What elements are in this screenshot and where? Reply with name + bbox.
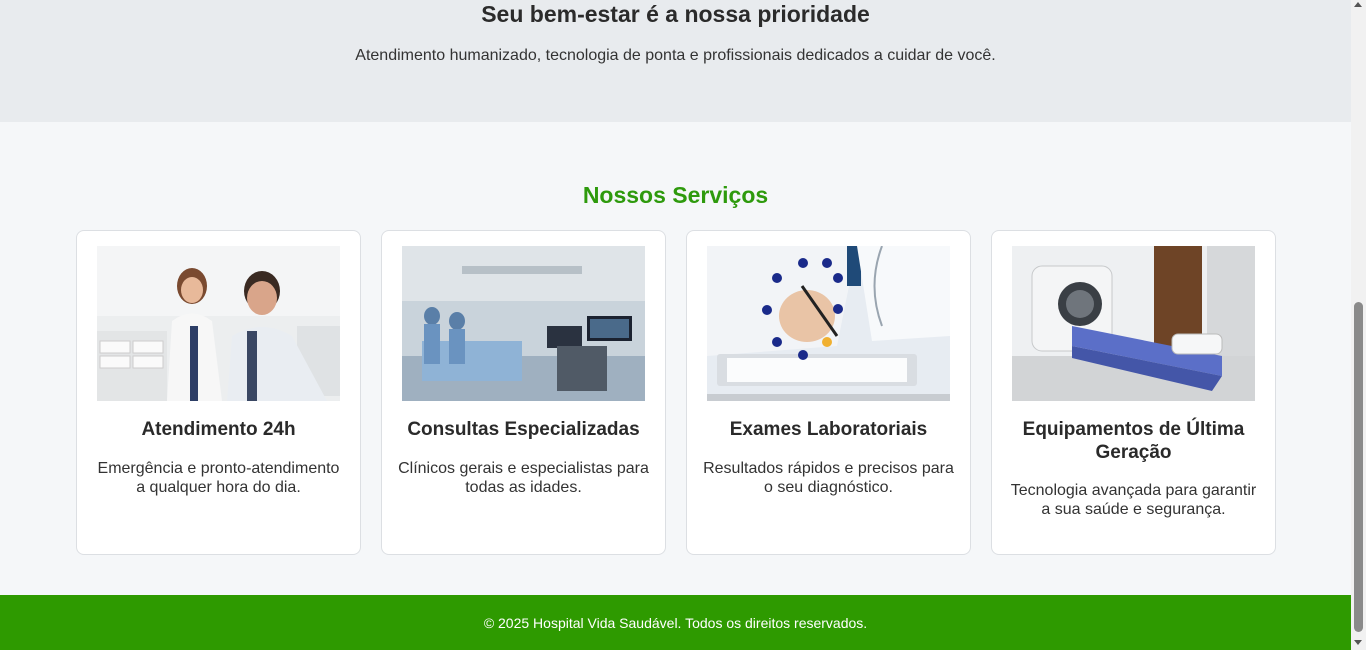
service-card-description: Resultados rápidos e precisos para o seu… bbox=[703, 460, 954, 496]
service-card-exames: Exames Laboratoriais Resultados rápidos … bbox=[686, 230, 971, 555]
service-card-description: Emergência e pronto-atendimento a qualqu… bbox=[97, 460, 340, 496]
operating-room-photo bbox=[402, 246, 645, 401]
page: Seu bem-estar é a nossa prioridade Atend… bbox=[0, 0, 1351, 650]
footer: © 2025 Hospital Vida Saudável. Todos os … bbox=[0, 595, 1351, 650]
service-card-title: Consultas Especializadas bbox=[407, 419, 640, 440]
scroll-up-arrow-icon[interactable] bbox=[1354, 2, 1362, 7]
hero-section: Seu bem-estar é a nossa prioridade Atend… bbox=[0, 0, 1351, 122]
service-card-title: Exames Laboratoriais bbox=[729, 419, 928, 440]
scrollbar-thumb[interactable] bbox=[1354, 302, 1363, 632]
ct-scanner-photo bbox=[1012, 246, 1255, 401]
service-card-description: Tecnologia avançada para garantir a sua … bbox=[1010, 482, 1257, 518]
service-card-24h: Atendimento 24h Emergência e pronto-aten… bbox=[76, 230, 361, 555]
service-card-title: Atendimento 24h bbox=[141, 419, 296, 440]
service-card-consultas: Consultas Especializadas Clínicos gerais… bbox=[381, 230, 666, 555]
doctor-tablet-photo bbox=[707, 246, 950, 401]
service-card-description: Clínicos gerais e especialistas para tod… bbox=[398, 460, 649, 496]
services-title: Nossos Serviços bbox=[582, 182, 769, 208]
hero-subtitle: Atendimento humanizado, tecnologia de po… bbox=[355, 47, 996, 64]
service-card-equipamentos: Equipamentos de Última Geração Tecnologi… bbox=[991, 230, 1276, 555]
scroll-down-arrow-icon[interactable] bbox=[1354, 640, 1362, 645]
vertical-scrollbar[interactable] bbox=[1351, 0, 1366, 650]
footer-copyright: © 2025 Hospital Vida Saudável. Todos os … bbox=[483, 615, 868, 631]
service-card-title: Equipamentos de Última Geração bbox=[1022, 419, 1245, 463]
hero-title: Seu bem-estar é a nossa prioridade bbox=[481, 1, 870, 27]
doctor-patient-photo bbox=[97, 246, 340, 401]
services-section: Nossos Serviços Atendimento 24h Emergênc… bbox=[0, 122, 1351, 595]
